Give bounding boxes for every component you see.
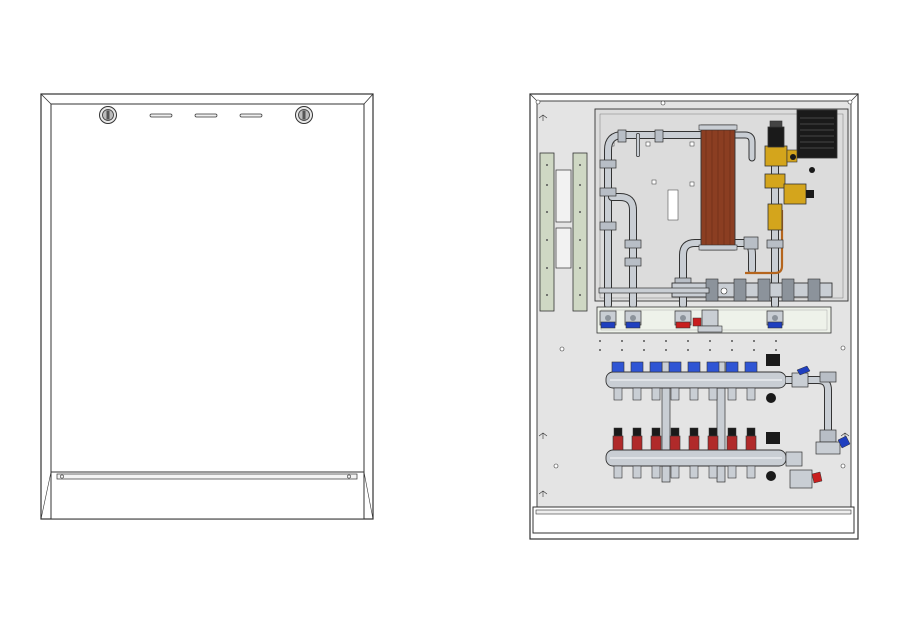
panel-mark	[621, 340, 623, 342]
plinth-grip-strip	[56, 473, 358, 480]
panel-mark	[599, 340, 601, 342]
panel-mark	[709, 349, 711, 351]
closed-cabinet-view	[40, 93, 374, 520]
door-vent-slots	[149, 113, 263, 118]
panel-mark	[775, 340, 777, 342]
controller-box-icon	[796, 109, 838, 159]
panel-mark	[599, 349, 601, 351]
open-cabinet-view	[529, 93, 859, 540]
panel-mark	[775, 349, 777, 351]
panel-mark	[665, 349, 667, 351]
door-lock-left-icon	[99, 106, 117, 124]
panel-mark	[753, 340, 755, 342]
drawing-canvas	[40, 93, 859, 540]
cabinet-door	[50, 103, 365, 473]
panel-mark	[753, 349, 755, 351]
panel-mark	[621, 349, 623, 351]
panel-mark	[687, 349, 689, 351]
panel-mark	[687, 340, 689, 342]
panel-mark	[709, 340, 711, 342]
technical-drawing	[0, 0, 900, 631]
panel-mark	[643, 349, 645, 351]
panel-mark	[731, 349, 733, 351]
panel-mark	[731, 340, 733, 342]
plate-heat-exchanger	[698, 124, 738, 251]
valve-blue-1-icon	[599, 310, 617, 329]
panel-mark	[643, 340, 645, 342]
door-lock-right-icon	[295, 106, 313, 124]
valve-blue-2-icon	[624, 310, 642, 329]
valve-blue-3-icon	[766, 310, 784, 329]
panel-mark	[665, 340, 667, 342]
